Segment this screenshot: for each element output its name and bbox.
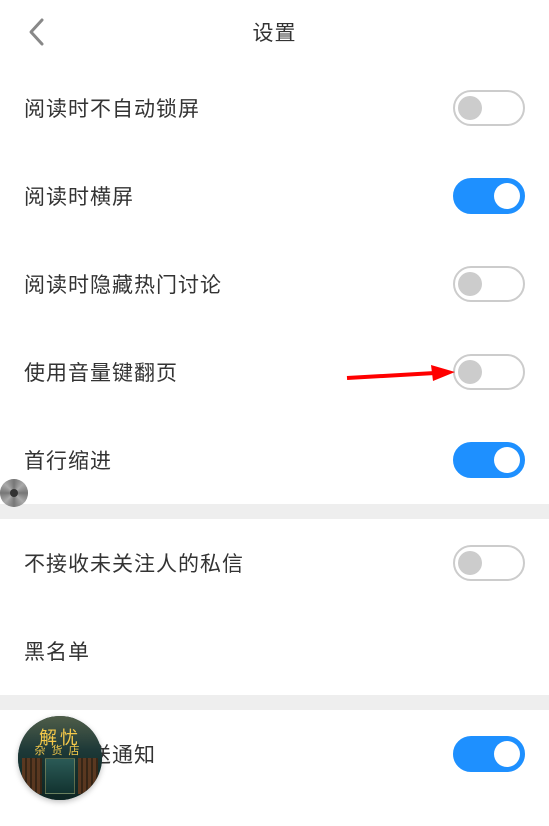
toggle-block-strangers-dm[interactable]	[453, 545, 525, 581]
toggle-landscape[interactable]	[453, 178, 525, 214]
toggle-indent[interactable]	[453, 442, 525, 478]
row-label: 阅读时横屏	[24, 181, 134, 211]
settings-group-privacy: 不接收未关注人的私信 黑名单	[0, 519, 549, 695]
book-title-line2: 杂货店	[35, 742, 86, 758]
toggle-no-auto-lock[interactable]	[453, 90, 525, 126]
row-label: 首行缩进	[24, 445, 112, 475]
toggle-push-notify[interactable]	[453, 736, 525, 772]
header: 设置	[0, 0, 549, 64]
floating-aperture-icon[interactable]	[0, 479, 28, 507]
back-button[interactable]	[24, 20, 48, 44]
section-divider	[0, 695, 549, 710]
row-landscape: 阅读时横屏	[0, 152, 549, 240]
row-no-auto-lock: 阅读时不自动锁屏	[0, 64, 549, 152]
floating-book-bubble[interactable]: 解忧 杂货店	[18, 716, 102, 800]
section-divider	[0, 504, 549, 519]
row-label: 阅读时不自动锁屏	[24, 93, 200, 123]
chevron-left-icon	[27, 17, 45, 47]
row-label: 不接收未关注人的私信	[24, 548, 244, 578]
row-indent: 首行缩进	[0, 416, 549, 504]
page-title: 设置	[0, 17, 549, 47]
row-block-strangers-dm: 不接收未关注人的私信	[0, 519, 549, 607]
row-label: 使用音量键翻页	[24, 357, 178, 387]
row-hide-discussion: 阅读时隐藏热门讨论	[0, 240, 549, 328]
row-label: 阅读时隐藏热门讨论	[24, 269, 222, 299]
row-volume-flip: 使用音量键翻页	[0, 328, 549, 416]
settings-group-reading: 阅读时不自动锁屏 阅读时横屏 阅读时隐藏热门讨论 使用音量键翻页 首行缩进	[0, 64, 549, 504]
toggle-hide-discussion[interactable]	[453, 266, 525, 302]
row-label: 黑名单	[24, 636, 90, 666]
toggle-volume-flip[interactable]	[453, 354, 525, 390]
row-blocklist[interactable]: 黑名单	[0, 607, 549, 695]
